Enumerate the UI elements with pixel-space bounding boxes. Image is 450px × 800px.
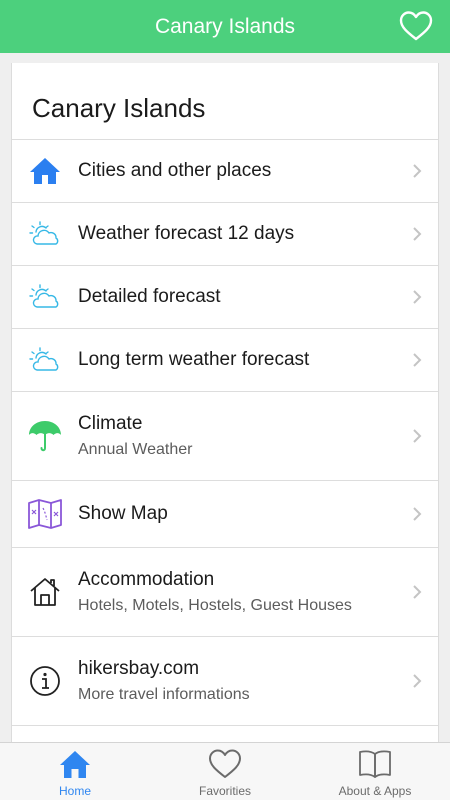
item-title: Show Map (78, 503, 168, 524)
chevron-right-icon (413, 674, 422, 688)
map-icon (28, 499, 62, 529)
favorite-heart-icon[interactable] (399, 10, 433, 42)
tab-label: Favorities (198, 784, 251, 798)
sun-cloud-icon (29, 347, 59, 371)
umbrella-icon (29, 421, 61, 452)
chevron-right-icon (413, 585, 422, 599)
item-title: Accommodation (78, 569, 215, 590)
page-title: Canary Islands (32, 93, 206, 123)
home-icon (60, 751, 90, 778)
top-app-bar: Canary Islands (0, 0, 450, 53)
item-subtitle: Annual Weather (78, 441, 193, 458)
tab-home[interactable]: Home (0, 743, 150, 800)
tab-label: Home (58, 784, 91, 798)
list-item-long-term-forecast[interactable]: Long term weather forecast (12, 328, 438, 391)
app-bar-title: Canary Islands (154, 14, 296, 38)
item-title: hikersbay.com (78, 658, 200, 679)
chevron-right-icon (413, 227, 422, 241)
tab-about-apps[interactable]: About & Apps (300, 743, 450, 800)
list-item-show-map[interactable]: Show Map (12, 480, 438, 547)
list-item-detailed-forecast[interactable]: Detailed forecast (12, 265, 438, 328)
bottom-tab-bar: Home Favorities About & Apps (0, 742, 450, 800)
item-title: Cities and other places (78, 160, 272, 181)
list-item-accommodation[interactable]: Accommodation Hotels, Motels, Hostels, G… (12, 547, 438, 636)
item-title: Climate (78, 413, 143, 434)
chevron-right-icon (413, 507, 422, 521)
chevron-right-icon (413, 429, 422, 443)
item-title: Weather forecast 12 days (78, 223, 295, 244)
chevron-right-icon (413, 290, 422, 304)
tab-favorities[interactable]: Favorities (150, 743, 300, 800)
item-title: Long term weather forecast (78, 349, 310, 370)
item-subtitle: More travel informations (78, 686, 250, 703)
list-item-cities[interactable]: Cities and other places (12, 139, 438, 202)
info-icon (30, 666, 60, 696)
house-outline-icon (30, 578, 60, 606)
chevron-right-icon (413, 353, 422, 367)
list-item-hikersbay[interactable]: hikersbay.com More travel informations (12, 636, 438, 725)
item-title: Detailed forecast (78, 286, 221, 307)
list-item-weather-12-days[interactable]: Weather forecast 12 days (12, 202, 438, 265)
book-icon (359, 750, 391, 778)
menu-card: Canary Islands Cities and other places W… (11, 63, 439, 763)
heart-icon (209, 749, 241, 778)
list-item-climate[interactable]: Climate Annual Weather (12, 391, 438, 480)
chevron-right-icon (413, 164, 422, 178)
sun-cloud-icon (29, 221, 59, 245)
sun-cloud-icon (29, 284, 59, 308)
tab-label: About & Apps (338, 784, 412, 798)
home-icon (30, 158, 60, 184)
item-subtitle: Hotels, Motels, Hostels, Guest Houses (78, 597, 352, 614)
